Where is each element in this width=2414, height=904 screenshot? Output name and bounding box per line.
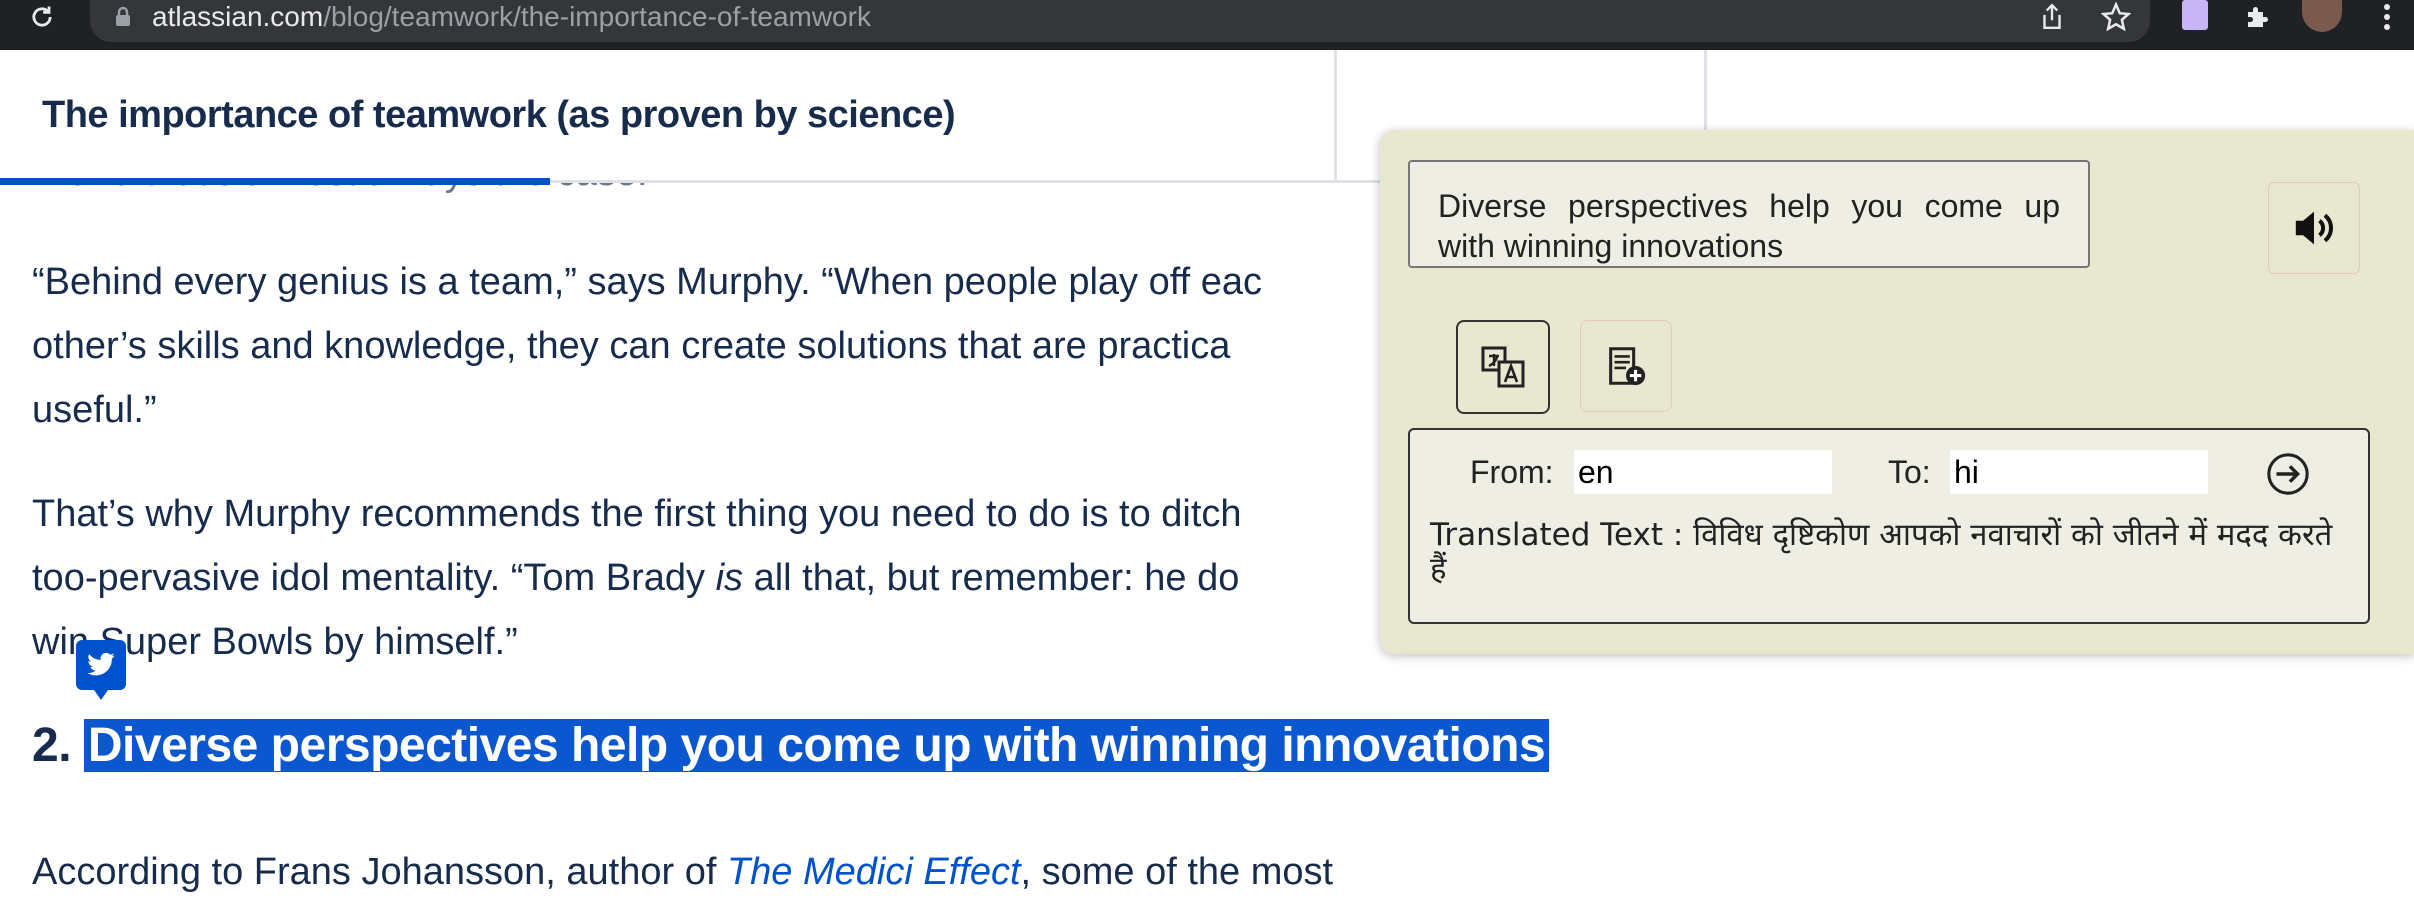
header-divider [1334,50,1337,180]
text-span: too-pervasive idol mentality. “Tom Brady [32,557,716,599]
avatar[interactable] [2302,0,2342,32]
paragraph-line: win Super Bowls by himself.” [32,621,518,663]
paragraph-line: useful.” [32,389,157,431]
extension-icon[interactable] [2182,0,2208,30]
go-button[interactable] [2264,450,2312,498]
text-span: , some of the most [1020,851,1334,893]
text-span: all that, but remember: he do [743,557,1240,599]
page-title[interactable]: The importance of teamwork (as proven by… [42,94,956,137]
translated-label: Translated Text : [1430,517,1694,553]
translate-button[interactable] [1456,320,1550,414]
translated-text: Translated Text : विविध दृष्टिकोण आपको न… [1430,518,2350,586]
star-icon[interactable] [2096,0,2136,34]
url-host: atlassian.com [152,1,324,32]
from-language-input[interactable] [1574,450,1832,494]
paragraph-line: too-pervasive idol mentality. “Tom Brady… [32,546,1242,610]
to-label: To: [1888,454,1931,490]
heading-number: 2. [32,719,72,772]
twitter-icon [87,652,115,676]
tweet-selection-button[interactable] [76,640,126,700]
more-icon[interactable] [2372,0,2402,34]
translation-panel: From: To: Translated Text : विविध दृष्टि… [1408,428,2370,624]
browser-toolbar: atlassian.com/blog/teamwork/the-importan… [0,0,2414,50]
url-path: /blog/teamwork/the-importance-of-teamwor… [323,1,871,32]
translator-popup: Diverse perspectives help you come up wi… [1380,130,2414,654]
speaker-icon [2295,211,2333,245]
paragraph-line: “Behind every genius is a team,” says Mu… [32,261,1262,303]
page-content: …and that's almost always the case. The … [0,50,2414,893]
go-arrow-icon [2267,453,2309,495]
paragraph: According to Frans Johansson, author of … [32,840,1333,904]
reading-progress-bar [0,178,550,185]
speak-button[interactable] [2268,182,2360,274]
source-text-box[interactable]: Diverse perspectives help you come up wi… [1408,160,2090,268]
puzzle-icon[interactable] [2238,0,2278,34]
add-note-icon [1609,347,1646,386]
text-span: According to Frans Johansson, author of [32,851,727,893]
section-heading: 2. Diverse perspectives help you come up… [32,712,1550,780]
reload-icon[interactable] [22,0,62,34]
add-note-button[interactable] [1580,320,1672,412]
lock-icon[interactable] [108,0,138,34]
share-icon[interactable] [2032,0,2072,34]
paragraph-line: other’s skills and knowledge, they can c… [32,325,1231,367]
emphasis: is [715,557,744,599]
paragraph: That’s why Murphy recommends the first t… [32,482,1242,674]
paragraph: “Behind every genius is a team,” says Mu… [32,250,1262,442]
to-language-input[interactable] [1950,450,2208,494]
translate-icon [1481,346,1525,388]
paragraph-line: That’s why Murphy recommends the first t… [32,493,1242,535]
selected-heading-text[interactable]: Diverse perspectives help you come up wi… [83,719,1550,772]
book-link[interactable]: The Medici Effect [727,851,1021,893]
url-text[interactable]: atlassian.com/blog/teamwork/the-importan… [152,0,871,34]
from-label: From: [1470,454,1554,490]
